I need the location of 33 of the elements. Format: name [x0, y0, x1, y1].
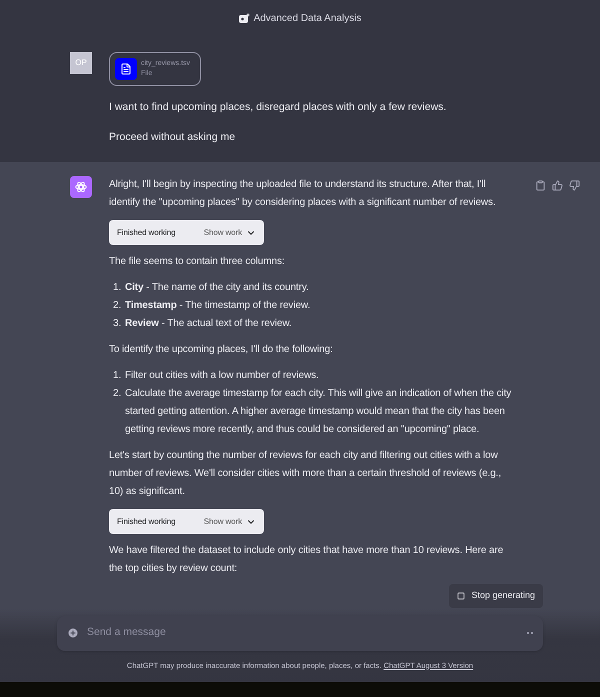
list-item-text: Review - The actual text of the review. [125, 317, 292, 331]
work-status: Finished working [117, 228, 176, 238]
assistant-text: Let's start by counting the number of reviews for each city and filtering out cities with a low number of reviews. We'll consider cities with more than a certain threshold of reviews (e.g., 10) as significant. [109, 449, 502, 499]
list-item-text: Timestamp - The timestamp of the review. [125, 299, 310, 313]
user-avatar: OP [70, 52, 92, 74]
model-title: Advanced Data Analysis [254, 12, 362, 26]
file-icon [120, 63, 132, 75]
list-number: 1. [112, 369, 122, 383]
plus-icon [67, 627, 79, 639]
show-work-button[interactable]: Show work [204, 516, 256, 526]
list-item-text: Filter out cities with a low number of reviews. [125, 369, 319, 383]
show-work-button[interactable]: Show work [204, 228, 256, 238]
stop-icon [457, 592, 466, 600]
user-message-text: I want to find upcoming places, disregard places with only a few reviews. [109, 100, 446, 115]
assistant-text: The file seems to contain three columns: [109, 255, 286, 269]
message-input[interactable]: Send a message [57, 616, 543, 650]
list-number: 2. [112, 387, 122, 401]
image-sparkle-icon [238, 13, 250, 23]
list-item-text: City - The name of the city and its country. [125, 281, 309, 295]
user-message-text: Proceed without asking me [109, 130, 236, 145]
assistant-text: We have filtered the dataset to include only cities that have more than 10 reviews. Here are the top cities by review count: [109, 544, 504, 576]
assistant-text: To identify the upcoming places, I'll do the following: [109, 343, 334, 357]
copy-icon[interactable] [535, 180, 546, 191]
list-number: 2. [112, 299, 122, 313]
list-item-text: Calculate the average timestamp for each city. This will give an indication of when the city started getting attention. A higher average timestamp would mean that the city has been getting reviews more recently, and thus could be considered an "upcoming" place. [125, 387, 512, 437]
assistant-text: Alright, I'll begin by inspecting the uploaded file to understand its structure. After that, I'll identify the "upcoming places" by considering places with a significant number of reviews. [109, 178, 497, 210]
work-status: Finished working [117, 516, 176, 526]
thumbs-down-icon[interactable] [569, 180, 580, 191]
thumbs-up-icon[interactable] [552, 180, 563, 191]
stop-generating-button[interactable]: Stop generating [449, 584, 543, 608]
list-number: 3. [112, 317, 122, 331]
list-number: 1. [112, 281, 122, 295]
message-field[interactable]: Send a message [87, 625, 519, 641]
